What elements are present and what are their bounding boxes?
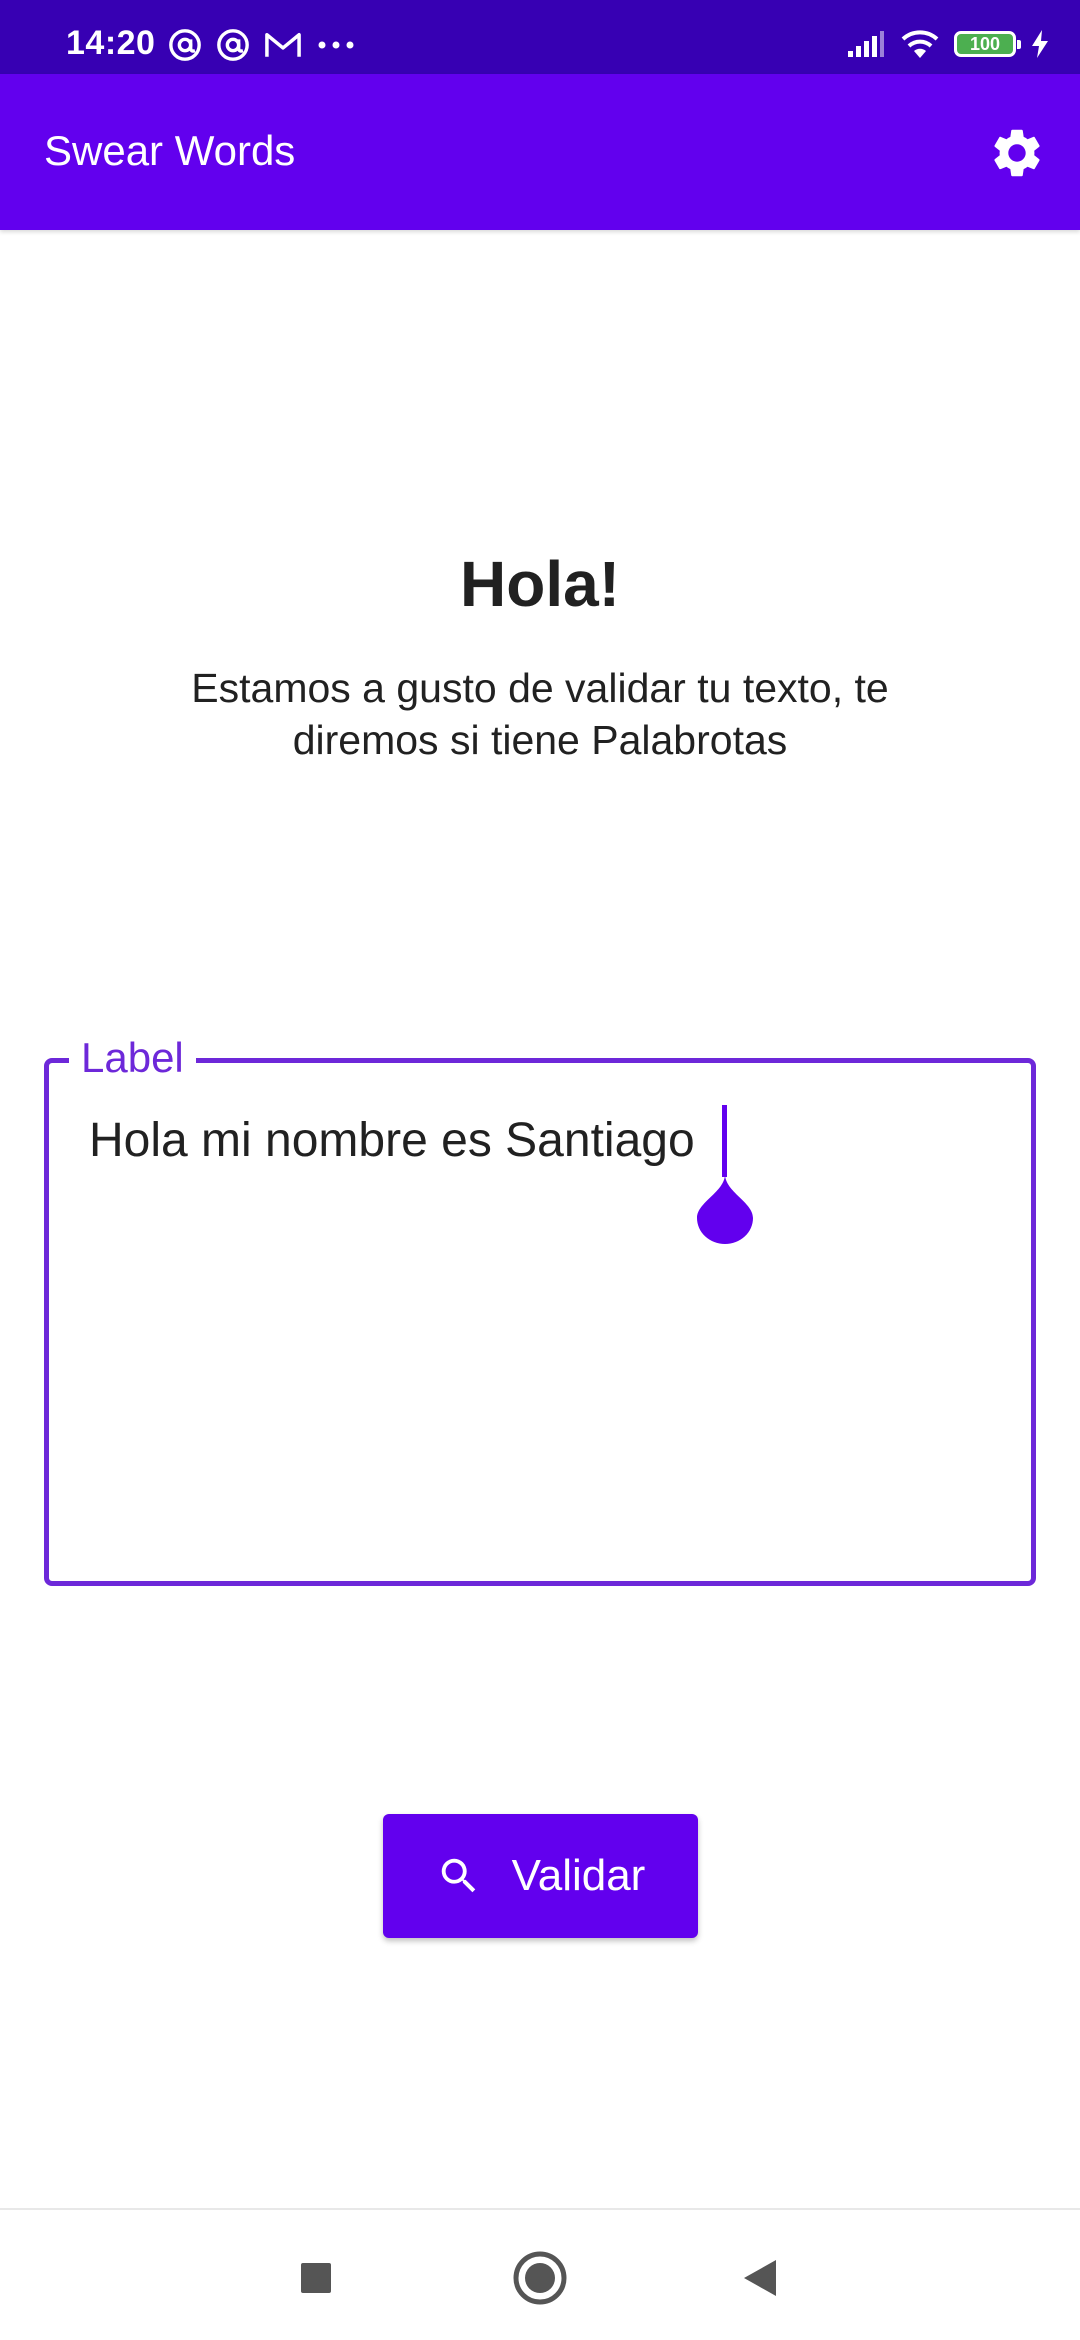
- text-cursor: [722, 1105, 727, 1177]
- gear-icon: [994, 129, 1040, 177]
- notification-icons: [168, 28, 356, 62]
- app-bar: Swear Words: [0, 74, 1080, 230]
- wifi-icon: [901, 30, 939, 58]
- app-title: Swear Words: [44, 127, 296, 174]
- at-sign-icon: [169, 29, 201, 61]
- text-input-field[interactable]: Label Hola mi nombre es Santiago: [44, 1033, 1036, 1586]
- recents-square-icon: [301, 2263, 331, 2293]
- greeting-subtitle: Estamos a gusto de validar tu texto, te …: [191, 665, 889, 763]
- validate-button[interactable]: Validar: [383, 1814, 698, 1938]
- home-button[interactable]: [510, 2248, 570, 2308]
- home-circle-icon: [513, 2251, 567, 2305]
- cursor-handle-icon[interactable]: [697, 1174, 753, 1244]
- recents-button[interactable]: [286, 2248, 346, 2308]
- at-sign-icon: [217, 29, 249, 61]
- battery-icon: 100: [954, 31, 1021, 57]
- greeting-title: Hola!: [460, 548, 620, 620]
- more-dots-icon: [318, 41, 354, 49]
- battery-level: 100: [969, 34, 1001, 54]
- search-icon: [441, 1858, 475, 1893]
- navigation-bar: [0, 2208, 1080, 2340]
- back-triangle-icon: [744, 2260, 776, 2296]
- validate-label: Validar: [511, 1851, 646, 1900]
- charging-icon: [1032, 30, 1048, 58]
- status-time: 14:20: [66, 24, 156, 62]
- gmail-icon: [265, 33, 301, 57]
- system-icons: 100: [846, 28, 1050, 60]
- back-button[interactable]: [730, 2248, 790, 2308]
- field-label: Label: [69, 1033, 196, 1083]
- field-value[interactable]: Hola mi nombre es Santiago: [89, 1114, 695, 1168]
- signal-icon: [848, 31, 884, 57]
- status-bar: 14:20 100: [0, 0, 1080, 74]
- settings-button[interactable]: [984, 120, 1050, 186]
